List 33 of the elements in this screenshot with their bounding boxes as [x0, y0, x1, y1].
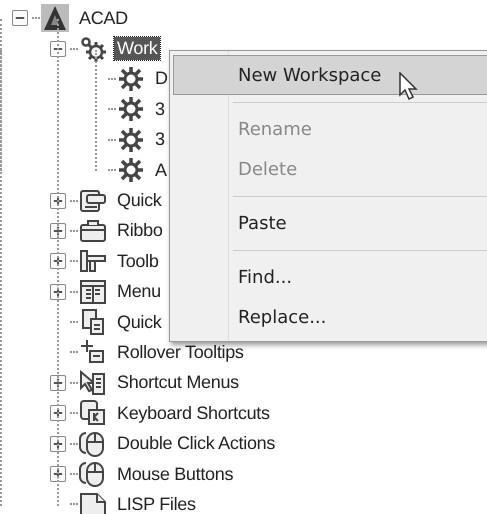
popup-option[interactable]: Paste — [173, 203, 487, 243]
collapse-toggle[interactable] — [50, 40, 66, 57]
tree-item[interactable]: 3 — [152, 128, 168, 152]
mouse-pointer-icon — [399, 72, 419, 102]
expand-toggle[interactable] — [50, 436, 66, 452]
tree-item[interactable]: Shortcut Menus — [114, 371, 242, 394]
tree-item[interactable]: Quick — [114, 189, 165, 212]
expand-toggle[interactable] — [50, 222, 66, 239]
expand-toggle[interactable] — [50, 374, 66, 391]
tree-item[interactable]: ACAD — [76, 6, 131, 30]
tree-item[interactable]: A — [152, 158, 170, 182]
tree-item[interactable]: D — [152, 67, 171, 90]
tree-item[interactable]: Double Click Actions — [114, 432, 278, 456]
tree-item[interactable]: Menu — [114, 280, 164, 304]
expand-toggle[interactable] — [50, 284, 66, 300]
expand-toggle[interactable] — [50, 466, 66, 482]
collapse-toggle[interactable] — [12, 10, 28, 26]
popup-option[interactable]: Replace... — [173, 297, 487, 337]
cursor-menu-icon — [78, 368, 108, 398]
expand-toggle[interactable] — [50, 253, 66, 270]
tree-item[interactable]: Keyboard Shortcuts — [114, 402, 273, 425]
popup-option[interactable]: Find... — [173, 257, 487, 297]
expand-toggle[interactable] — [50, 405, 66, 422]
tree-item[interactable]: Rollover Tooltips — [114, 340, 247, 364]
expand-toggle[interactable] — [50, 192, 66, 209]
tree-item[interactable]: Toolb — [114, 250, 162, 273]
tree-item[interactable]: LISP Files — [114, 492, 199, 514]
tree-item[interactable]: Ribbo — [114, 219, 166, 242]
app-logo-icon — [40, 3, 70, 34]
tree-item[interactable]: Quick — [114, 310, 165, 334]
tree-item[interactable]: Mouse Buttons — [114, 462, 236, 486]
tree-item[interactable]: Work — [114, 37, 160, 60]
tree-item[interactable]: 3 — [152, 98, 168, 121]
